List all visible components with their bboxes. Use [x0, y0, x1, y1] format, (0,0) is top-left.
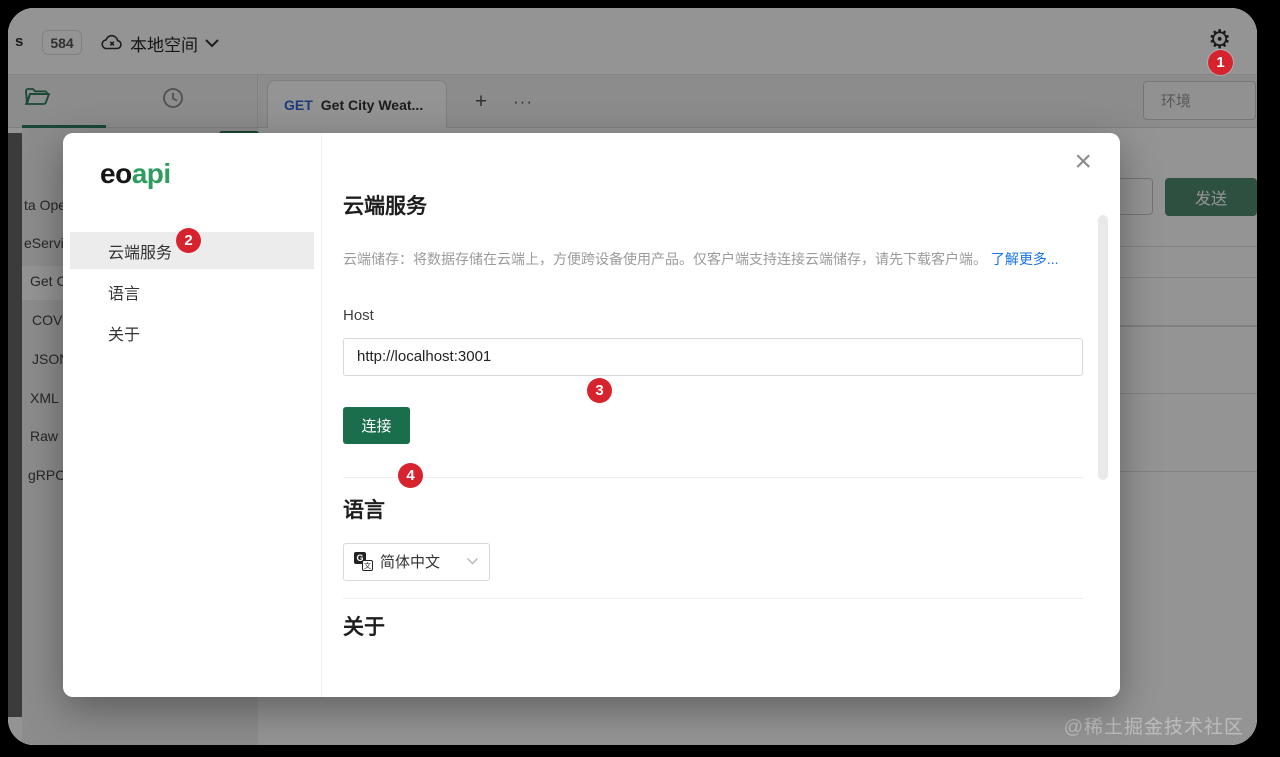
cloud-section-title: 云端服务 [343, 195, 427, 218]
host-field-label: Host [343, 306, 374, 324]
connect-button[interactable]: 连接 [343, 406, 410, 444]
translate-icon: G 文 [354, 552, 373, 572]
menu-item-label: 云端服务 [108, 244, 173, 262]
language-section-title: 语言 [343, 498, 385, 522]
logo-prefix: eo [100, 158, 132, 189]
step-annotation-2: 2 [176, 228, 201, 253]
about-section-title: 关于 [343, 615, 385, 639]
settings-content: × 云端服务 云端储存：将数据存储在云端上，方便跨设备使用产品。仅客户端支持连接… [322, 133, 1120, 697]
modal-scrollbar-thumb[interactable] [1098, 215, 1108, 480]
eoapi-logo: eoapi [100, 158, 321, 190]
section-divider [343, 476, 1083, 478]
learn-more-link[interactable]: 了解更多... [991, 251, 1059, 267]
watermark-text: @稀土掘金技术社区 [1063, 717, 1244, 738]
language-select[interactable]: G 文 简体中文 [343, 542, 490, 581]
close-icon[interactable]: × [1074, 147, 1092, 177]
host-input-value: http://localhost:3001 [357, 348, 492, 366]
menu-item-about[interactable]: 关于 [70, 314, 314, 351]
host-input-field[interactable]: http://localhost:3001 [343, 337, 1083, 376]
settings-modal: eoapi 云端服务 语言 关于 × 云端服务 云端储存：将数据存储在云端上，方… [63, 133, 1120, 697]
logo-suffix: api [131, 158, 171, 189]
menu-item-language[interactable]: 语言 [70, 273, 314, 310]
step-annotation-1: 1 [1208, 50, 1233, 75]
chevron-down-icon [466, 557, 479, 566]
settings-sidebar: eoapi 云端服务 语言 关于 [63, 133, 322, 697]
section-divider [343, 597, 1083, 599]
description-text: 云端储存：将数据存储在云端上，方便跨设备使用产品。仅客户端支持连接云端储存，请先… [343, 251, 987, 267]
cloud-section-description: 云端储存：将数据存储在云端上，方便跨设备使用产品。仅客户端支持连接云端储存，请先… [343, 246, 1083, 273]
menu-item-label: 语言 [108, 285, 141, 303]
step-annotation-4: 4 [398, 463, 423, 488]
selected-language-label: 简体中文 [380, 554, 441, 572]
menu-item-label: 关于 [108, 326, 141, 344]
step-annotation-3: 3 [587, 378, 612, 403]
